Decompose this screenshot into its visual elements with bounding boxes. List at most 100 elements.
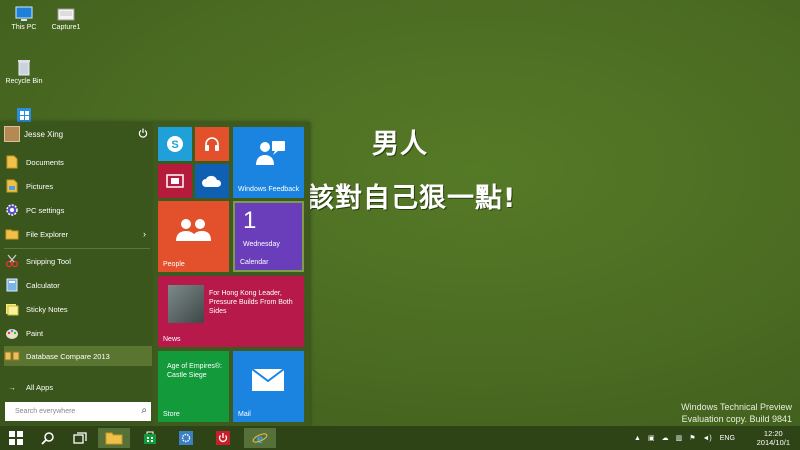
start-item-pictures[interactable]: Pictures xyxy=(4,176,152,196)
sticky-notes-icon xyxy=(4,301,20,317)
avatar xyxy=(4,126,20,142)
tile-calendar[interactable]: 1 Wednesday Calendar xyxy=(233,201,304,272)
system-tray: ▲ ▣ ☁ ▥ ⚑ ◄) ENG xyxy=(634,426,735,450)
search-input[interactable]: Search everywhere ⌕ xyxy=(5,402,151,421)
tile-people[interactable]: People xyxy=(158,201,229,272)
start-item-sticky-notes[interactable]: Sticky Notes xyxy=(4,299,152,319)
power-icon xyxy=(138,128,148,138)
taskbar-store[interactable] xyxy=(134,428,166,448)
paint-icon xyxy=(4,325,20,341)
user-account-button[interactable]: Jesse Xing xyxy=(4,126,63,142)
tile-label: Mail xyxy=(238,411,251,418)
chevron-right-icon[interactable]: › xyxy=(143,229,146,239)
start-item-paint[interactable]: Paint xyxy=(4,323,152,343)
taskbar-app-red[interactable] xyxy=(207,428,239,448)
skype-icon: S xyxy=(167,136,183,152)
start-item-label: Database Compare 2013 xyxy=(26,351,110,361)
pictures-icon xyxy=(4,178,20,194)
tech-preview-line-2: Evaluation copy. Build 9841 xyxy=(681,414,792,424)
tile-mail[interactable]: Mail xyxy=(233,351,304,422)
folder-icon xyxy=(4,226,20,242)
all-apps-label: All Apps xyxy=(26,382,54,392)
taskbar-internet-explorer[interactable]: e xyxy=(244,428,276,448)
recycle-bin-icon xyxy=(18,60,30,76)
store-icon xyxy=(144,431,156,444)
divider xyxy=(4,248,150,249)
desktop-icon-label: Recycle Bin xyxy=(5,78,43,85)
chevron-up-icon[interactable]: ▲ xyxy=(634,435,641,442)
taskbar-file-explorer[interactable] xyxy=(98,428,130,448)
windows-shortcut-icon xyxy=(17,108,31,122)
start-item-calculator[interactable]: Calculator xyxy=(4,275,152,295)
tile-label: Store xyxy=(163,411,180,418)
tech-preview-line-1: Windows Technical Preview xyxy=(681,402,792,412)
image-file-icon xyxy=(57,8,75,21)
task-view-button[interactable] xyxy=(64,428,96,448)
network-icon[interactable]: ▥ xyxy=(676,434,683,442)
start-item-pc-settings[interactable]: PC settings xyxy=(4,200,152,220)
store-app-title: Age of Empires®: Castle Siege xyxy=(167,363,222,379)
start-item-label: Paint xyxy=(26,328,44,338)
tile-music[interactable] xyxy=(195,127,229,161)
clock-time: 12:20 xyxy=(763,429,783,438)
windows-logo-icon xyxy=(9,431,23,445)
internet-explorer-icon: e xyxy=(252,432,268,446)
start-item-database-compare[interactable]: Database Compare 2013 xyxy=(4,346,152,366)
search-placeholder: Search everywhere xyxy=(15,408,76,415)
desktop-icon-recycle-bin[interactable]: Recycle Bin xyxy=(0,58,48,85)
volume-icon[interactable]: ◄) xyxy=(702,435,711,442)
clock[interactable]: 12:20 2014/10/1 xyxy=(757,429,790,447)
calendar-day-number: 1 xyxy=(243,207,257,234)
power-button[interactable] xyxy=(138,128,148,141)
start-item-label: PC settings xyxy=(26,205,65,215)
flag-icon[interactable]: ⚑ xyxy=(689,434,695,442)
tech-preview-watermark: Windows Technical Preview Evaluation cop… xyxy=(681,401,792,425)
tile-label: Calendar xyxy=(240,259,269,266)
task-view-icon xyxy=(73,432,87,444)
desktop-icon-this-pc[interactable]: This PC xyxy=(0,6,48,31)
start-button[interactable] xyxy=(0,428,32,448)
tile-label: News xyxy=(163,336,181,343)
tile-onedrive[interactable] xyxy=(195,164,229,198)
action-center-icon[interactable]: ▣ xyxy=(648,434,655,442)
app-gear-icon xyxy=(179,431,193,445)
svg-text:S: S xyxy=(171,139,178,151)
documents-icon xyxy=(4,154,20,170)
calculator-icon xyxy=(4,277,20,293)
onedrive-tray-icon[interactable]: ☁ xyxy=(662,434,669,442)
news-photo xyxy=(168,285,204,323)
tile-video[interactable] xyxy=(158,164,192,198)
start-item-snipping-tool[interactable]: Snipping Tool xyxy=(4,251,152,271)
people-icon xyxy=(176,219,211,241)
taskbar-app-blue[interactable] xyxy=(170,428,202,448)
mail-icon xyxy=(251,368,285,391)
desktop-icon-capture1[interactable]: Capture1 xyxy=(42,6,90,31)
arrow-right-icon: → xyxy=(8,382,16,392)
start-item-documents[interactable]: Documents xyxy=(4,152,152,172)
app-power-icon xyxy=(216,431,230,445)
computer-icon xyxy=(15,6,33,21)
desktop-icon-label: This PC xyxy=(11,24,37,31)
tile-label: People xyxy=(163,261,185,268)
all-apps-button[interactable]: → All Apps xyxy=(4,377,152,397)
news-headline: For Hong Kong Leader, Pressure Builds Fr… xyxy=(209,290,293,315)
taskbar: e ▲ ▣ ☁ ▥ ⚑ ◄) ENG 12:20 2014/10/1 xyxy=(0,426,800,450)
calendar-day-name: Wednesday xyxy=(243,241,280,248)
tile-news[interactable]: For Hong Kong Leader, Pressure Builds Fr… xyxy=(158,276,304,347)
desktop-icon-label: Capture1 xyxy=(51,24,81,31)
tile-store[interactable]: Age of Empires®: Castle Siege Store xyxy=(158,351,229,422)
folder-icon xyxy=(105,432,123,445)
language-indicator[interactable]: ENG xyxy=(720,435,735,442)
search-taskbar-button[interactable] xyxy=(32,428,64,448)
tile-label: Windows Feedback xyxy=(238,186,300,193)
watermark-line-1: 男人 xyxy=(372,129,428,160)
tile-skype[interactable]: S xyxy=(158,127,192,161)
headphones-icon xyxy=(205,137,219,151)
scissors-icon xyxy=(4,253,20,269)
start-item-file-explorer[interactable]: File Explorer › xyxy=(4,224,152,244)
start-item-label: File Explorer xyxy=(26,229,69,239)
start-menu-app-list: Jesse Xing Documents Pictures PC setting… xyxy=(0,122,153,426)
tile-windows-feedback[interactable]: Windows Feedback xyxy=(233,127,304,198)
feedback-icon xyxy=(256,141,285,165)
search-icon[interactable]: ⌕ xyxy=(141,405,147,416)
